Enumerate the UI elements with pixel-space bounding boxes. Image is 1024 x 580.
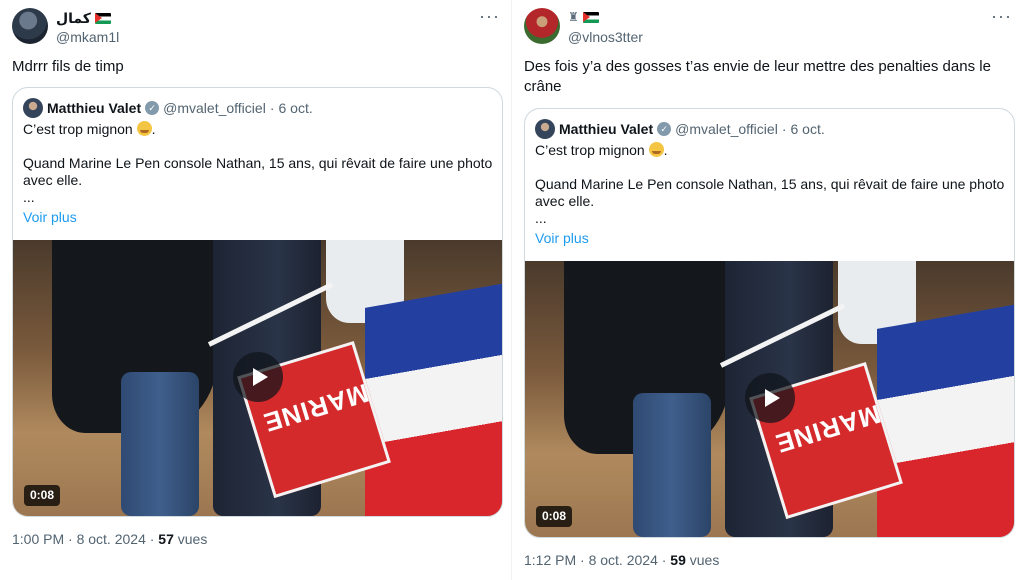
quoted-tweet-text: C’est trop mignon . Quand Marine Le Pen … xyxy=(23,121,497,205)
emoji-icon xyxy=(648,142,664,157)
video-frame-jeans xyxy=(120,372,199,516)
castle-icon: ♜ xyxy=(568,10,579,24)
quoted-tweet-header: Matthieu Valet ✓ @mvalet_officiel · 6 oc… xyxy=(23,98,313,118)
display-name-row[interactable]: كمال xyxy=(56,10,111,27)
separator-dot: · xyxy=(781,121,787,137)
avatar xyxy=(535,119,555,139)
video-frame-jeans xyxy=(632,393,711,537)
quoted-line-1: C’est trop mignon xyxy=(535,142,645,158)
user-handle[interactable]: @vlnos3tter xyxy=(568,29,643,45)
quoted-line-2: Quand Marine Le Pen console Nathan, 15 a… xyxy=(23,155,497,188)
quoted-author-name: Matthieu Valet xyxy=(559,121,654,137)
quoted-tweet[interactable]: Matthieu Valet ✓ @mvalet_officiel · 6 oc… xyxy=(12,87,503,517)
user-handle[interactable]: @mkam1l xyxy=(56,29,119,45)
quoted-tweet-header: Matthieu Valet ✓ @mvalet_officiel · 6 oc… xyxy=(535,119,825,139)
quoted-tweet[interactable]: Matthieu Valet ✓ @mvalet_officiel · 6 oc… xyxy=(524,108,1015,538)
video-duration: 0:08 xyxy=(536,506,573,527)
view-label: vues xyxy=(177,531,208,547)
quoted-tweet-text: C’est trop mignon . Quand Marine Le Pen … xyxy=(535,142,1009,226)
quoted-date: 6 oct. xyxy=(790,121,825,137)
display-name[interactable]: كمال xyxy=(56,10,91,27)
video-frame-flag xyxy=(877,303,1014,537)
quoted-line-2: Quand Marine Le Pen console Nathan, 15 a… xyxy=(535,176,1009,209)
palestine-flag-icon xyxy=(94,13,111,24)
quoted-author-name: Matthieu Valet xyxy=(47,100,142,116)
tweet-timestamp[interactable]: 1:00 PM · 8 oct. 2024 · xyxy=(12,531,154,547)
tweet-left[interactable]: كمال @mkam1l ··· Mdrrr fils de timp Matt… xyxy=(0,0,506,580)
tweet-right[interactable]: ♜ @vlnos3tter ··· Des fois y’a des gosse… xyxy=(512,0,1018,580)
display-name-row[interactable]: ♜ xyxy=(568,10,599,24)
play-icon[interactable] xyxy=(233,352,283,402)
more-options-icon[interactable]: ··· xyxy=(479,7,500,25)
play-icon[interactable] xyxy=(745,373,795,423)
quoted-author-handle: @mvalet_officiel xyxy=(675,121,778,137)
video-duration: 0:08 xyxy=(24,485,61,506)
video-frame-flag xyxy=(365,282,502,516)
verified-badge-icon: ✓ xyxy=(145,101,160,115)
quoted-line-1: C’est trop mignon xyxy=(23,121,133,137)
view-count: 57 xyxy=(158,531,174,547)
view-count: 59 xyxy=(670,552,686,568)
tweet-text: Des fois y’a des gosses t’as envie de le… xyxy=(524,58,996,95)
verified-badge-icon: ✓ xyxy=(657,122,672,136)
avatar xyxy=(23,98,43,118)
palestine-flag-icon xyxy=(582,11,599,23)
tweet-footer: 1:00 PM · 8 oct. 2024 · 57 vues xyxy=(12,531,207,547)
separator-dot: · xyxy=(269,100,275,116)
quoted-author-handle: @mvalet_officiel xyxy=(163,100,266,116)
tweet-footer: 1:12 PM · 8 oct. 2024 · 59 vues xyxy=(524,552,719,568)
view-label: vues xyxy=(689,552,720,568)
see-more-link[interactable]: Voir plus xyxy=(535,230,589,246)
emoji-icon xyxy=(136,121,152,136)
quoted-ellipsis: ... xyxy=(535,210,547,226)
video-player[interactable]: MARINE 0:08 xyxy=(525,261,1014,537)
tweet-timestamp[interactable]: 1:12 PM · 8 oct. 2024 · xyxy=(524,552,666,568)
quoted-date: 6 oct. xyxy=(278,100,313,116)
see-more-link[interactable]: Voir plus xyxy=(23,209,77,225)
quoted-ellipsis: ... xyxy=(23,189,35,205)
more-options-icon[interactable]: ··· xyxy=(991,7,1012,25)
tweet-text: Mdrrr fils de timp xyxy=(12,58,124,75)
avatar[interactable] xyxy=(12,8,48,44)
video-player[interactable]: MARINE 0:08 xyxy=(13,240,502,516)
avatar[interactable] xyxy=(524,8,560,44)
